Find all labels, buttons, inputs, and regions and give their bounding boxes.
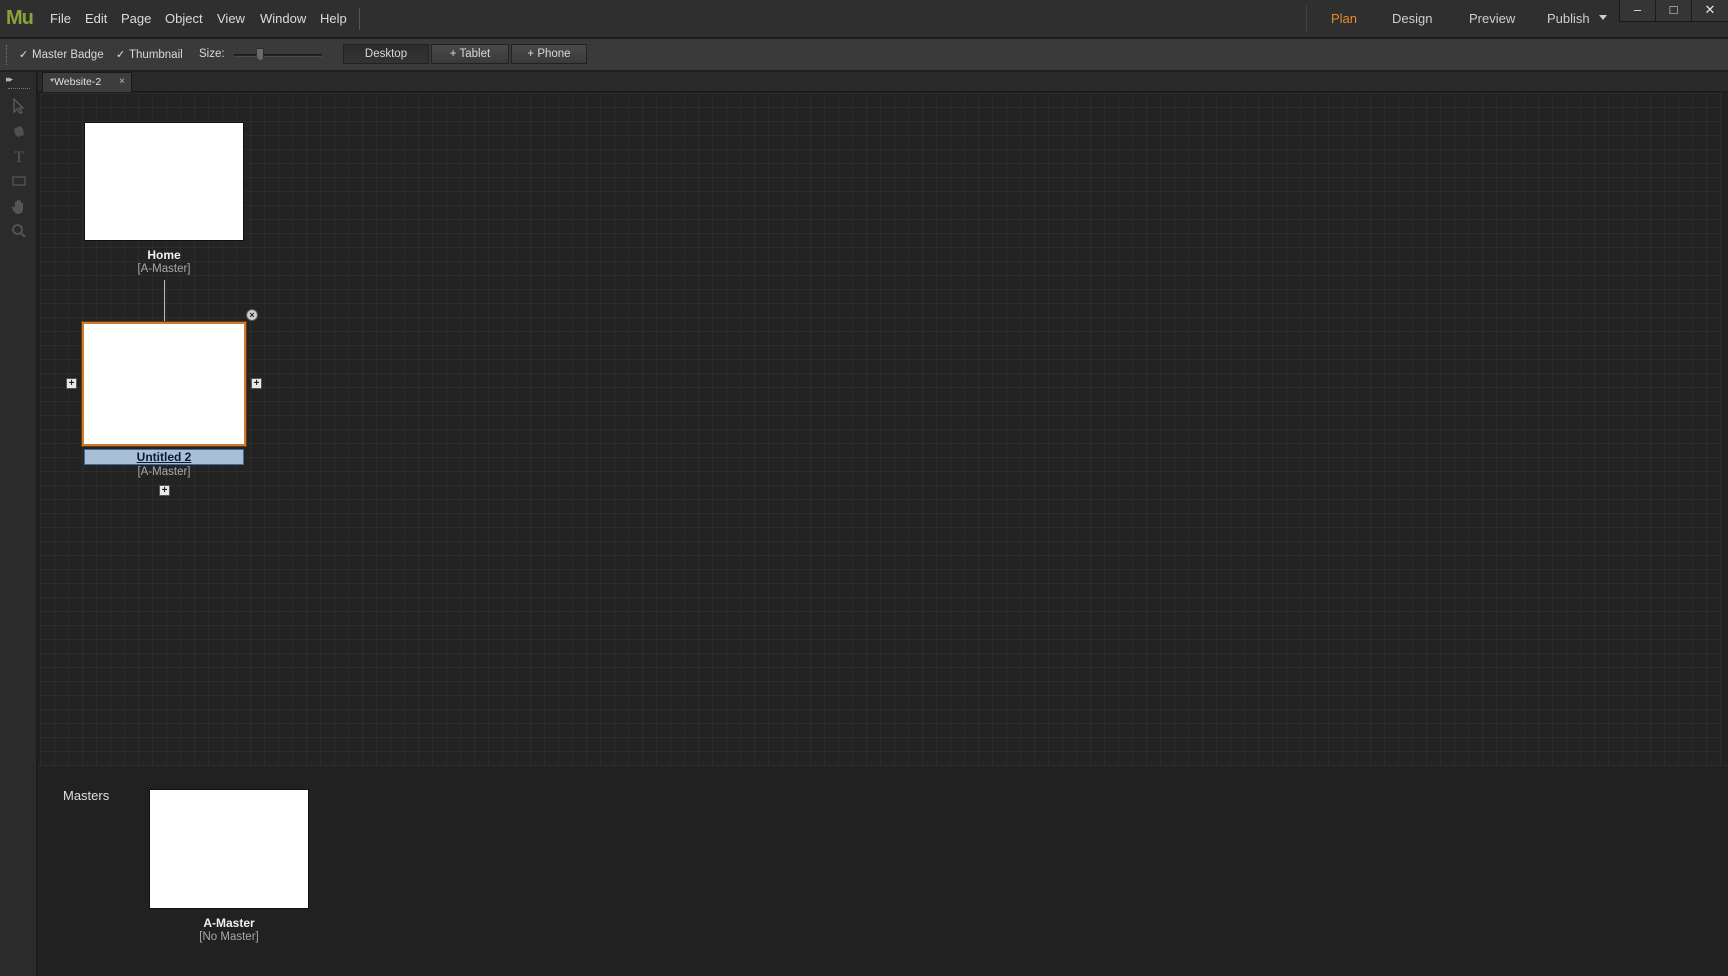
close-tab-icon[interactable]: × <box>119 73 125 91</box>
minimize-button[interactable]: – <box>1619 0 1655 22</box>
mode-separator <box>1306 6 1307 32</box>
options-grip[interactable] <box>6 45 8 65</box>
mode-design[interactable]: Design <box>1392 11 1432 26</box>
mode-publish[interactable]: Publish <box>1547 11 1590 26</box>
home-page-thumbnail[interactable] <box>84 122 244 241</box>
desktop-layout-button[interactable]: Desktop <box>343 44 429 64</box>
size-slider-thumb[interactable] <box>256 48 265 61</box>
document-tab-title: *Website-2 <box>50 76 102 88</box>
masters-panel: Masters A-Master [No Master] <box>38 765 1728 976</box>
menu-file[interactable]: File <box>50 11 71 26</box>
master-badge-label: Master Badge <box>32 49 104 61</box>
home-page-master: [A-Master] <box>137 263 191 275</box>
site-plan-canvas[interactable] <box>40 93 1728 765</box>
masters-label: Masters <box>63 788 110 803</box>
selection-icon[interactable] <box>9 97 29 118</box>
size-label: Size: <box>199 48 225 60</box>
size-slider-track[interactable] <box>234 54 322 57</box>
a-master-parent: [No Master] <box>199 931 259 943</box>
menu-bar: Mu File Edit Page Object View Window Hel… <box>0 0 1728 38</box>
checkmark-icon: ✓ <box>116 49 126 61</box>
menu-window[interactable]: Window <box>260 11 306 26</box>
hand-icon[interactable] <box>9 198 29 218</box>
menu-object[interactable]: Object <box>165 11 203 26</box>
a-master-thumbnail[interactable] <box>149 789 309 909</box>
menu-help[interactable]: Help <box>320 11 347 26</box>
app-logo: Mu <box>6 7 34 29</box>
tools-panel: ▸▸ T <box>0 72 37 976</box>
document-tab[interactable]: *Website-2 × <box>42 72 132 92</box>
untitled-2-page-thumbnail[interactable] <box>82 322 246 446</box>
mode-plan[interactable]: Plan <box>1331 11 1357 26</box>
add-sibling-right-button[interactable]: + <box>251 378 262 389</box>
publish-dropdown-icon[interactable] <box>1599 15 1607 20</box>
text-icon[interactable]: T <box>9 148 29 168</box>
menu-page[interactable]: Page <box>121 11 151 26</box>
collapse-panel-icon[interactable]: ▸▸ <box>6 74 13 85</box>
options-bar: ✓ Master Badge ✓ Thumbnail Size: Desktop +… <box>0 39 1728 71</box>
mode-preview[interactable]: Preview <box>1469 11 1515 26</box>
add-child-page-button[interactable]: + <box>159 485 170 496</box>
untitled-2-page-name-field[interactable]: Untitled 2 <box>84 449 244 465</box>
master-badge-checkbox[interactable]: ✓ Master Badge <box>19 48 104 61</box>
thumbnail-checkbox[interactable]: ✓ Thumbnail <box>116 48 183 61</box>
canvas-scrollbar[interactable] <box>1722 93 1728 765</box>
menu-separator <box>359 8 360 30</box>
menu-view[interactable]: View <box>217 11 245 26</box>
crop-icon[interactable] <box>9 123 29 143</box>
rectangle-icon[interactable] <box>9 173 29 193</box>
document-tab-strip: *Website-2 × <box>38 72 1728 92</box>
a-master-name[interactable]: A-Master <box>149 916 309 930</box>
checkmark-icon: ✓ <box>19 49 29 61</box>
thumbnail-label: Thumbnail <box>129 49 183 61</box>
close-window-button[interactable]: ✕ <box>1691 0 1728 22</box>
add-phone-layout-button[interactable]: + Phone <box>511 44 587 64</box>
home-page-name[interactable]: Home <box>84 248 244 262</box>
tools-grip[interactable] <box>8 88 30 90</box>
zoom-icon[interactable] <box>9 223 29 243</box>
delete-page-icon[interactable]: × <box>246 309 258 321</box>
untitled-2-page-master: [A-Master] <box>137 466 191 478</box>
sitemap-connector <box>164 280 165 322</box>
add-tablet-layout-button[interactable]: + Tablet <box>431 44 509 64</box>
maximize-button[interactable]: □ <box>1655 0 1691 22</box>
add-sibling-left-button[interactable]: + <box>66 378 77 389</box>
menu-edit[interactable]: Edit <box>85 11 107 26</box>
